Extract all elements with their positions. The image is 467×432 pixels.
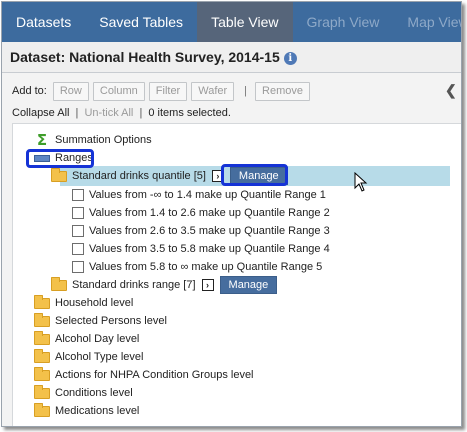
collapse-all-link[interactable]: Collapse All bbox=[12, 107, 69, 119]
tab-table-view[interactable]: Table View bbox=[197, 2, 293, 42]
add-wafer-button[interactable]: Wafer bbox=[191, 81, 235, 101]
folder-icon bbox=[34, 348, 50, 363]
tree-controls-separator-2: | bbox=[139, 107, 143, 119]
tree-node-label: Conditions level bbox=[55, 387, 133, 399]
tree-node-label: Summation Options bbox=[55, 134, 152, 146]
selected-count: 0 items selected. bbox=[148, 107, 231, 119]
quantile-range-item[interactable]: Values from 1.4 to 2.6 make up Quantile … bbox=[72, 204, 330, 222]
add-to-toolbar: Add to: Row Column Filter Wafer | Remove bbox=[12, 81, 314, 101]
tree-node-medications-level[interactable]: Medications level bbox=[34, 402, 139, 420]
tree-node-label: Alcohol Day level bbox=[55, 333, 140, 345]
tree-node-household-level[interactable]: Household level bbox=[34, 294, 133, 312]
folder-icon bbox=[34, 402, 50, 417]
tree-node-selected-persons-level[interactable]: Selected Persons level bbox=[34, 312, 167, 330]
tree-controls: Collapse All | Un-tick All | 0 items sel… bbox=[12, 107, 231, 119]
tree-node-conditions-level[interactable]: Conditions level bbox=[34, 384, 133, 402]
tree-node-label: Standard drinks range [7] bbox=[72, 279, 196, 291]
tree-node-label: Selected Persons level bbox=[55, 315, 167, 327]
sigma-icon: Σ bbox=[36, 131, 48, 149]
tree-node-label: Actions for NHPA Condition Groups level bbox=[55, 369, 254, 381]
manage-annotation-outline bbox=[221, 164, 288, 186]
quantile-range-checkbox[interactable] bbox=[72, 243, 84, 255]
tab-datasets[interactable]: Datasets bbox=[2, 2, 85, 42]
tree-node-drinks-range[interactable]: Standard drinks range [7] › Manage bbox=[51, 276, 278, 294]
top-tab-bar: Datasets Saved Tables Table View Graph V… bbox=[2, 2, 461, 42]
tree-node-summation[interactable]: Σ Summation Options bbox=[34, 131, 152, 149]
info-icon[interactable]: i bbox=[283, 52, 297, 65]
folder-icon bbox=[34, 384, 50, 399]
tree-node-label: Alcohol Type level bbox=[55, 351, 144, 363]
quantile-range-checkbox[interactable] bbox=[72, 189, 84, 201]
quantile-range-item[interactable]: Values from 2.6 to 3.5 make up Quantile … bbox=[72, 222, 330, 240]
arrow-right-icon[interactable]: › bbox=[201, 279, 214, 291]
folder-icon bbox=[51, 167, 67, 182]
untick-all-link[interactable]: Un-tick All bbox=[84, 107, 133, 119]
ranges-annotation-outline bbox=[26, 149, 94, 168]
folder-icon bbox=[34, 312, 50, 327]
dataset-title: Dataset: National Health Survey, 2014-15 bbox=[10, 49, 280, 65]
add-filter-button[interactable]: Filter bbox=[148, 81, 188, 101]
quantile-range-item[interactable]: Values from 3.5 to 5.8 make up Quantile … bbox=[72, 240, 330, 258]
folder-icon bbox=[34, 294, 50, 309]
dataset-title-bar: Dataset: National Health Survey, 2014-15… bbox=[2, 42, 461, 73]
quantile-range-label: Values from 3.5 to 5.8 make up Quantile … bbox=[89, 243, 330, 255]
quantile-range-label: Values from 1.4 to 2.6 make up Quantile … bbox=[89, 207, 330, 219]
tree-node-label: Medications level bbox=[55, 405, 140, 417]
tab-graph-view[interactable]: Graph View bbox=[293, 2, 394, 42]
quantile-range-label: Values from 2.6 to 3.5 make up Quantile … bbox=[89, 225, 330, 237]
add-column-button[interactable]: Column bbox=[92, 81, 145, 101]
tree-node-alcohol-day-level[interactable]: Alcohol Day level bbox=[34, 330, 139, 348]
quantile-range-label: Values from 5.8 to ∞ make up Quantile Ra… bbox=[89, 261, 323, 273]
quantile-range-item[interactable]: Values from -∞ to 1.4 make up Quantile R… bbox=[72, 186, 326, 204]
mouse-pointer-icon bbox=[354, 172, 368, 192]
quantile-range-item[interactable]: Values from 5.8 to ∞ make up Quantile Ra… bbox=[72, 258, 322, 276]
tree-controls-separator: | bbox=[75, 107, 79, 119]
folder-icon bbox=[34, 330, 50, 345]
quantile-range-checkbox[interactable] bbox=[72, 207, 84, 219]
quantile-range-checkbox[interactable] bbox=[72, 225, 84, 237]
tree-node-nhpa-actions-level[interactable]: Actions for NHPA Condition Groups level bbox=[34, 366, 254, 384]
tab-map-view[interactable]: Map View bbox=[393, 2, 461, 42]
quantile-range-checkbox[interactable] bbox=[72, 261, 84, 273]
dataset-title-wrap: Dataset: National Health Survey, 2014-15… bbox=[10, 49, 297, 65]
toolbar-separator: | bbox=[244, 85, 248, 97]
add-to-label: Add to: bbox=[12, 85, 47, 97]
tree-node-label: Standard drinks quantile [5] bbox=[72, 170, 206, 182]
tree-node-alcohol-type-level[interactable]: Alcohol Type level bbox=[34, 348, 143, 366]
quantile-range-label: Values from -∞ to 1.4 make up Quantile R… bbox=[89, 189, 326, 201]
manage-range-button[interactable]: Manage bbox=[219, 276, 278, 294]
add-row-button[interactable]: Row bbox=[52, 81, 89, 101]
chevron-left-icon[interactable]: ❮ bbox=[445, 82, 457, 99]
tab-saved-tables[interactable]: Saved Tables bbox=[85, 2, 197, 42]
folder-icon bbox=[51, 276, 67, 291]
remove-button[interactable]: Remove bbox=[255, 81, 310, 101]
tree-node-label: Household level bbox=[55, 297, 134, 309]
table-builder-panel: Datasets Saved Tables Table View Graph V… bbox=[1, 1, 462, 427]
folder-icon bbox=[34, 366, 50, 381]
